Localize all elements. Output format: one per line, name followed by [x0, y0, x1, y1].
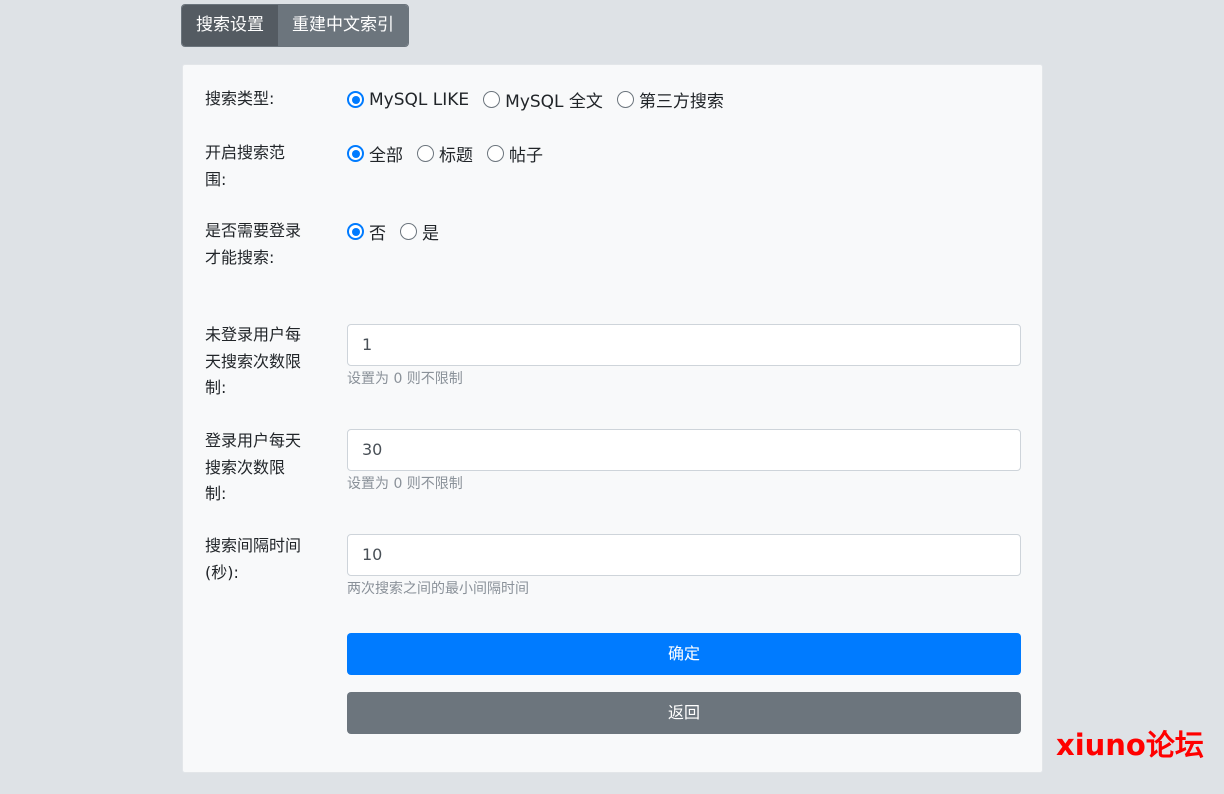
search-type-label: 搜索类型:	[205, 89, 275, 108]
search-scope-label: 开启搜索范围:	[205, 143, 286, 189]
option-label: MySQL 全文	[505, 92, 603, 112]
radio-unchecked[interactable]	[616, 91, 634, 108]
user-limit-hint: 设置为 0 则不限制	[347, 476, 463, 492]
option-label: MySQL LIKE	[369, 89, 470, 110]
radio-unchecked[interactable]	[417, 145, 434, 162]
radio-unchecked[interactable]	[487, 145, 504, 162]
search-type-radio-group: MySQL LIKE MySQL 全文 第三方搜索	[347, 87, 738, 112]
require-login-option-no[interactable]: 否	[347, 219, 386, 244]
radio-checked[interactable]	[347, 223, 364, 240]
search-type-option-third-party[interactable]: 第三方搜索	[616, 87, 724, 112]
tab-search-settings[interactable]: 搜索设置	[182, 5, 278, 46]
search-scope-radio-group: 全部 标题 帖子	[347, 141, 557, 166]
radio-unchecked[interactable]	[400, 223, 417, 240]
radio-unchecked[interactable]	[483, 91, 501, 108]
interval-input[interactable]: 10	[347, 534, 1021, 576]
tab-bar: 搜索设置 重建中文索引	[181, 4, 409, 47]
option-label: 帖子	[509, 146, 543, 166]
search-scope-option-all[interactable]: 全部	[347, 141, 403, 166]
search-type-option-mysql-fulltext[interactable]: MySQL 全文	[483, 87, 603, 112]
user-limit-label: 登录用户每天搜索次数限制:	[205, 431, 302, 503]
option-label: 全部	[369, 146, 403, 166]
interval-label: 搜索间隔时间(秒):	[205, 536, 302, 582]
guest-limit-hint: 设置为 0 则不限制	[347, 371, 463, 387]
require-login-option-yes[interactable]: 是	[400, 219, 439, 244]
search-scope-option-title[interactable]: 标题	[417, 141, 473, 166]
interval-hint: 两次搜索之间的最小间隔时间	[347, 581, 529, 597]
watermark-logo: xiuno论坛	[1056, 728, 1204, 762]
back-button[interactable]: 返回	[347, 692, 1021, 734]
settings-card: 搜索类型: MySQL LIKE MySQL 全文 第三方搜索 开启搜索范围: …	[182, 64, 1043, 773]
user-limit-input[interactable]: 30	[347, 429, 1021, 471]
tab-rebuild-index[interactable]: 重建中文索引	[278, 5, 408, 46]
radio-checked[interactable]	[347, 91, 364, 108]
require-login-radio-group: 否 是	[347, 219, 453, 244]
search-type-option-mysql-like[interactable]: MySQL LIKE	[347, 90, 469, 110]
guest-limit-label: 未登录用户每天搜索次数限制:	[205, 325, 302, 397]
confirm-button[interactable]: 确定	[347, 633, 1021, 675]
search-scope-option-post[interactable]: 帖子	[487, 141, 543, 166]
guest-limit-input[interactable]: 1	[347, 324, 1021, 366]
option-label: 否	[369, 224, 386, 244]
option-label: 第三方搜索	[638, 92, 724, 112]
require-login-label: 是否需要登录才能搜索:	[205, 221, 302, 267]
radio-checked[interactable]	[347, 145, 364, 162]
option-label: 标题	[439, 146, 473, 166]
option-label: 是	[422, 224, 439, 244]
